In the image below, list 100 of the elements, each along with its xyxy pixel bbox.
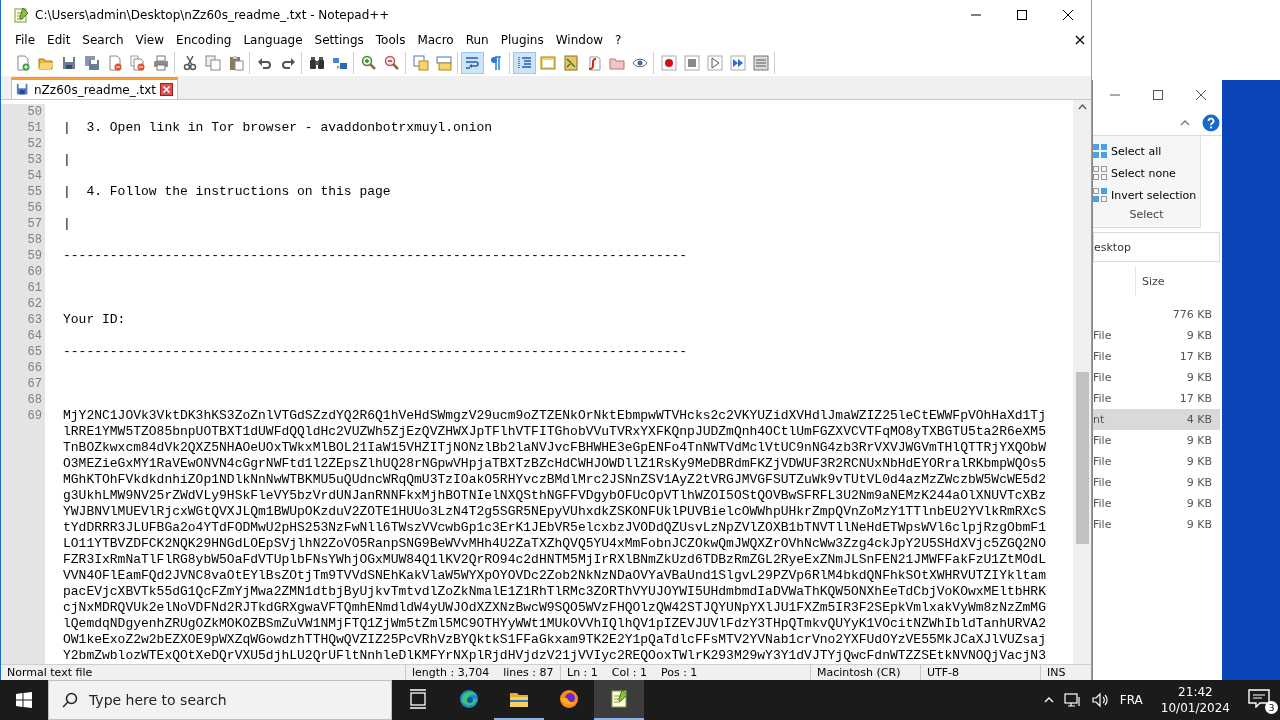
menu-item[interactable]: View <box>129 33 171 47</box>
browser-icon <box>459 689 479 709</box>
line-number: 54 <box>1 168 45 184</box>
menu-item[interactable]: Tools <box>369 33 412 47</box>
menu-item[interactable]: Run <box>459 33 495 47</box>
line-number: 53 <box>1 152 45 168</box>
code-line: g3UkhLMW9NV25rZWdVLy9HSkFleVY5bzVrdUNJanRNNFkxMjhBOTNIelNXQSthNGFFVDgybOFUcOpVTlhWZOI5OStQOVBwSFRFL3U2Nm9aNEMzK244aOlXNUVTcXBz <box>62 488 1046 504</box>
file-size: 9 KB <box>1186 371 1212 384</box>
file-row[interactable]: File 9 KB <box>1093 472 1220 493</box>
ribbon-button[interactable]: Select none <box>1093 162 1200 184</box>
folder-icon <box>608 55 625 71</box>
firefox-icon <box>559 689 579 709</box>
code-line: -------------------------------------------------------------------------------- <box>62 248 688 264</box>
menu-item[interactable]: Encoding <box>170 33 238 47</box>
file-row[interactable]: File 9 KB <box>1093 514 1220 535</box>
menu-item[interactable]: Language <box>237 33 309 47</box>
file-type: File <box>1093 455 1112 468</box>
ribbon-button[interactable]: Select all <box>1093 140 1200 162</box>
file-size: 9 KB <box>1186 455 1212 468</box>
file-type: File <box>1093 518 1112 531</box>
fast-forward-icon <box>729 55 746 71</box>
menu-item[interactable]: Edit <box>41 33 77 47</box>
scrollbar-thumb[interactable] <box>1075 372 1089 544</box>
menu-item[interactable]: Macro <box>411 33 460 47</box>
file-row[interactable]: File 17 KB <box>1093 346 1220 367</box>
code-line: -------------------------------------------------------------------------------- <box>62 344 688 360</box>
notification-icon[interactable] <box>1248 688 1270 708</box>
open-folder-icon <box>37 55 54 71</box>
line-number: 63 <box>1 312 45 328</box>
close-icon[interactable] <box>160 83 174 96</box>
close-icon[interactable] <box>1075 35 1085 45</box>
clock-time[interactable]: 21:42 <box>1178 684 1213 700</box>
file-size: 9 KB <box>1186 497 1212 510</box>
network-icon[interactable] <box>1063 692 1082 708</box>
code-line: TnBOZkwxcm84dVk2QXZ5NHAOeUOxTWkxMlBOL21IaW15VHZITjNONzlBb2laNVJvcFBHWHE3eGpENFo4TnNWTVdMclVtUC9nNG4zb3RrVXVJWGVmTHlQTTRjYXQObW <box>62 440 1046 456</box>
file-tab[interactable]: nZz60s_readme_.txt <box>11 77 179 99</box>
taskbar-app[interactable] <box>594 680 644 720</box>
line-number: 64 <box>1 328 45 344</box>
file-type: File <box>1093 350 1112 363</box>
code-line: OW1keExoZ2w2bEZXOE9pWXZqWGowdzhTTHQwQVZIZ25PcVRhVzBYQktkS1FFaGkxam9TK2E2Y1pQaTdlcFFsMTV2YVNab1crVno2YXFUdOYzVE55MkJCaXJlVUZsaj <box>62 632 1046 648</box>
indent-guide-icon <box>516 55 533 71</box>
code-line: | <box>62 216 71 232</box>
scroll-up-icon[interactable] <box>1077 104 1087 110</box>
file-row[interactable]: File 9 KB <box>1093 430 1220 451</box>
code-line: | 4. Follow the instructions on this page <box>62 184 391 200</box>
close-files-icon <box>129 55 146 71</box>
menu-item[interactable]: Settings <box>308 33 370 47</box>
task-view-icon <box>409 689 429 709</box>
code-line: cjNxMDRQVUk2elNoVDFNd2RJTkdGRXgwaVFTQmhENmdldW4yUWJOdXZXNzBwcW9SQO5WVzFHQOlzQW42STJQYUNpYXlJU1FXZm5IR3F2SEpkVmlxakVyWm8zNzZmMG <box>62 600 1046 616</box>
minimize-icon <box>971 14 981 16</box>
menu-item[interactable]: Search <box>76 33 130 47</box>
search-icon <box>62 692 78 708</box>
file-row[interactable]: File 9 KB <box>1093 367 1220 388</box>
select-all-icon <box>1093 143 1107 159</box>
file-row[interactable]: File 9 KB <box>1093 493 1220 514</box>
new-file-icon <box>14 55 31 71</box>
code-line: Your ID: <box>62 312 126 328</box>
code-line: O3MEZieGxMY1RaVEwONVN4cGgrNWFtd1l2ZEpsZlhUQ28rNGpwVHpjaTBXTzBZcHdCWHJOWDllZ1RsKy9MeDBRdmFKZjVDWUF3R2RCNUxNbHdEYORralRKbmpWQOs5 <box>62 456 1046 472</box>
file-type: File <box>1093 371 1112 384</box>
line-number: 67 <box>1 376 45 392</box>
file-row[interactable]: nt 4 KB <box>1093 409 1220 430</box>
code-line: Y2bmZwblozWTExQOtXeDQrVXU5djhLU2QrUFltNnhleDlKMFYrNXplRjdHVjdzV21jVVIyc2REQOoxTWlrK293M29wY3Y1dVJTYjQwcFdnWTZZSEtkNVNOQjVacjN3 <box>62 648 1046 664</box>
zoom-in-icon <box>360 55 377 71</box>
minimize-icon <box>1109 94 1120 96</box>
file-row[interactable]: 776 KB <box>1093 304 1220 325</box>
ribbon-group-label: Select <box>1128 208 1165 221</box>
code-line: MGhKTOhFVkdkdnhiZOp1NDlkNnNwWTBKMU5uQUdncWRqQmU3TzIOakO5RHYvczBMdlMrc2JSNnZSV1AyZ2tVRGJMVGFSUTZuWk9vTUtVL0d4azMzZWczbW5WcWE5d2 <box>62 472 1046 488</box>
code-line: pacEVjcXBVTk55dG1QcFZmYjMwa2ZMN1dtbjByUjkvTmtvdlZoZkNmalE1Z1RhTlRMc3ZORThVYUJOYWI5UHdmbmdIaDVWaThKQW5ONXhEeTdCbjVoKOwxMEltbHRK <box>62 584 1046 600</box>
file-row[interactable]: File 9 KB <box>1093 325 1220 346</box>
file-size: 17 KB <box>1179 392 1212 405</box>
menu-item[interactable]: ? <box>609 33 628 47</box>
scissors-icon <box>181 55 198 71</box>
address-bar[interactable]: esktop <box>1093 232 1220 262</box>
file-row[interactable]: File 9 KB <box>1093 451 1220 472</box>
file-type: nt <box>1093 413 1105 426</box>
menu-item[interactable]: Plugins <box>494 33 550 47</box>
file-type: File <box>1093 476 1112 489</box>
maximize-icon <box>1014 7 1030 23</box>
record-icon <box>660 55 677 71</box>
code-line: LO11YTBVZDFCK2NQK29HNGdLOEpSVjlhN2ZoVO5RanpSNG9BeWVvMHh4U2ZaTXZhQVQ5YU4xMmFobnJCZOkwQmJWQXZrOVhNcWw3Zzg4ckJpY2U5SHdXVjc5ZGQ2NO <box>62 536 1046 552</box>
line-number: 69 <box>1 408 45 664</box>
search-field[interactable]: Type here to search <box>48 680 392 720</box>
code-line: tYdDRRR3JLUFBGa2o4YTdFODMwU2pHS253NzFwNll6TWszVVcwbGp1c3ErK1JEbVR5elcxbzJVODdQZUsvLzNpZVlZOXB1bTNVTllNeHdETWpsWVl6clpjRzgObmF1 <box>62 520 1046 536</box>
scrollbar[interactable] <box>1073 100 1091 664</box>
help-icon[interactable] <box>1202 113 1220 132</box>
word-wrap-icon <box>464 55 481 71</box>
file-size: 9 KB <box>1186 518 1212 531</box>
macro-list-icon <box>752 55 769 71</box>
language-indicator[interactable]: FRA <box>1119 693 1143 707</box>
line-number: 68 <box>1 392 45 408</box>
ribbon-button[interactable]: Invert selection <box>1093 184 1200 206</box>
speaker-icon[interactable] <box>1091 692 1110 708</box>
line-number: 59 <box>1 248 45 264</box>
file-row[interactable]: File 17 KB <box>1093 388 1220 409</box>
line-number: 66 <box>1 360 45 376</box>
clock-date[interactable]: 10/01/2024 <box>1160 700 1230 716</box>
menu-item[interactable]: File <box>9 33 42 47</box>
menu-item[interactable]: Window <box>549 33 610 47</box>
printer-icon <box>152 55 169 71</box>
code-line: YWJBNVlMUEVlRjcxWGtQVXJLQm1BWUpOKzduV2ZOTE1HUUo3LzN4T2g5SGR5NEpyVUhxdkZSKONFUklPUVBielcOWWhpUHkrZmpQVnZoMzY1TTlnbEU2YVlkRmRXcS <box>62 504 1046 520</box>
